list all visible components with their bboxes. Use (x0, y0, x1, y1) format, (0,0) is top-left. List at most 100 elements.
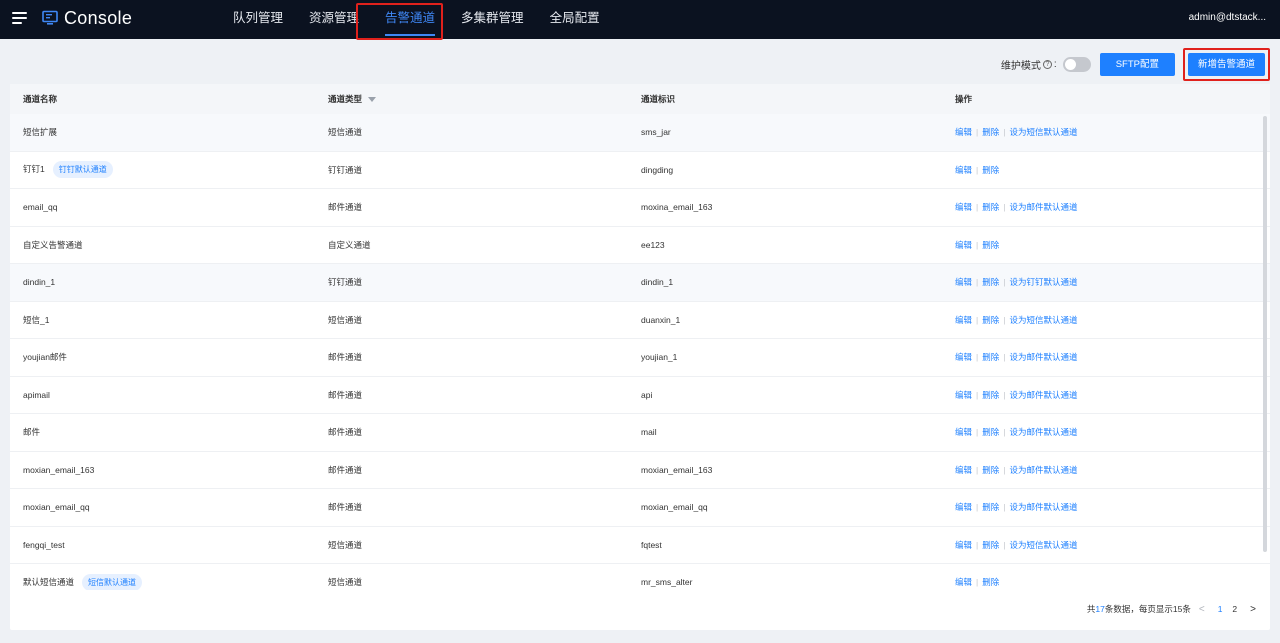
delete-link[interactable]: 删除 (982, 277, 999, 287)
nav-tab-global-config[interactable]: 全局配置 (537, 0, 613, 39)
table-row: 自定义告警通道 自定义通道 ee123 编辑 | 删除 (10, 227, 1270, 264)
cell-actions: 编辑 | 删除 | 设为短信默认通道 (941, 126, 1270, 138)
delete-link[interactable]: 删除 (982, 240, 999, 250)
delete-link[interactable]: 删除 (982, 202, 999, 212)
action-separator: | (1003, 127, 1006, 138)
cell-channel-id: moxina_email_163 (641, 202, 713, 213)
edit-link[interactable]: 编辑 (955, 540, 972, 550)
maintenance-mode-colon: : (1053, 58, 1057, 70)
add-alert-channel-button[interactable]: 新增告警通道 (1187, 53, 1265, 76)
table-scrollbar[interactable] (1263, 116, 1267, 552)
set-default-link[interactable]: 设为邮件默认通道 (1009, 352, 1077, 362)
edit-link[interactable]: 编辑 (955, 127, 972, 137)
cell-channel-type: 钉钉通道 (328, 164, 363, 175)
default-channel-tag: 短信默认通道 (82, 573, 143, 590)
action-separator: | (976, 577, 979, 588)
set-default-link[interactable]: 设为短信默认通道 (1009, 540, 1077, 550)
channel-name: apimail (23, 389, 50, 400)
cell-actions: 编辑 | 删除 | 设为短信默认通道 (941, 539, 1270, 551)
edit-link[interactable]: 编辑 (955, 502, 972, 512)
cell-channel-id: api (641, 389, 653, 400)
maintenance-mode-toggle[interactable] (1062, 56, 1091, 72)
set-default-link[interactable]: 设为钉钉默认通道 (1009, 277, 1077, 287)
edit-link[interactable]: 编辑 (955, 577, 972, 587)
edit-link[interactable]: 编辑 (955, 202, 972, 212)
action-separator: | (1003, 427, 1006, 438)
cell-channel-id: youjian_1 (641, 352, 678, 363)
delete-link[interactable]: 删除 (982, 390, 999, 400)
monitor-logo-icon (42, 10, 58, 25)
channel-name: fengqi_test (23, 539, 65, 550)
page-1-button[interactable]: 1 (1218, 604, 1223, 614)
delete-link[interactable]: 删除 (982, 315, 999, 325)
edit-link[interactable]: 编辑 (955, 427, 972, 437)
action-separator: | (1003, 502, 1006, 513)
delete-link[interactable]: 删除 (982, 352, 999, 362)
delete-link[interactable]: 删除 (982, 502, 999, 512)
alert-channel-table-panel: 通道名称 通道类型 通道标识 操作 短信扩展 短信通道 sms_jar 编辑 | 删除 | 设… (10, 84, 1270, 630)
edit-link[interactable]: 编辑 (955, 352, 972, 362)
delete-link[interactable]: 删除 (982, 540, 999, 550)
set-default-link[interactable]: 设为邮件默认通道 (1009, 202, 1077, 212)
edit-link[interactable]: 编辑 (955, 390, 972, 400)
pagination-total-suffix: 条数据，每页显示15条 (1104, 604, 1191, 614)
page-2-button[interactable]: 2 (1232, 604, 1237, 614)
cell-channel-type: 邮件通道 (328, 464, 363, 475)
nav-tab-multi-cluster-management[interactable]: 多集群管理 (448, 0, 537, 39)
cell-channel-name: fengqi_test (10, 540, 315, 550)
hamburger-menu-icon[interactable] (12, 12, 27, 24)
channel-name: 邮件 (23, 427, 41, 438)
table-row: 钉钉1 钉钉默认通道 钉钉通道 dingding 编辑 | 删除 (10, 152, 1270, 189)
edit-link[interactable]: 编辑 (955, 277, 972, 287)
cell-channel-id: mr_sms_alter (641, 577, 693, 588)
edit-link[interactable]: 编辑 (955, 465, 972, 475)
sftp-config-button[interactable]: SFTP配置 (1099, 52, 1175, 76)
action-separator: | (976, 502, 979, 513)
main-nav: 队列管理 资源管理 告警通道 多集群管理 全局配置 (220, 0, 613, 39)
next-page-icon[interactable]: > (1250, 604, 1256, 615)
set-default-link[interactable]: 设为短信默认通道 (1009, 127, 1077, 137)
help-icon[interactable]: ? (1042, 59, 1052, 69)
set-default-link[interactable]: 设为邮件默认通道 (1009, 390, 1077, 400)
nav-tab-resource-management[interactable]: 资源管理 (296, 0, 372, 39)
cell-channel-id: moxian_email_163 (641, 464, 713, 475)
set-default-link[interactable]: 设为短信默认通道 (1009, 315, 1077, 325)
nav-tab-alert-channel[interactable]: 告警通道 (372, 0, 448, 39)
cell-channel-name: apimail (10, 390, 315, 400)
delete-link[interactable]: 删除 (982, 577, 999, 587)
delete-link[interactable]: 删除 (982, 427, 999, 437)
column-header-channel-type: 通道类型 (315, 93, 628, 105)
set-default-link[interactable]: 设为邮件默认通道 (1009, 502, 1077, 512)
cell-actions: 编辑 | 删除 | 设为邮件默认通道 (941, 501, 1270, 513)
cell-channel-name: moxian_email_163 (10, 465, 315, 475)
table-row: youjian邮件 邮件通道 youjian_1 编辑 | 删除 | 设为邮件默认通道 (10, 339, 1270, 377)
cell-channel-name: 默认短信通道 短信默认通道 (10, 573, 315, 590)
filter-icon[interactable] (368, 97, 377, 103)
user-account-menu[interactable]: admin@dtstack... (1189, 12, 1266, 23)
set-default-link[interactable]: 设为邮件默认通道 (1009, 465, 1077, 475)
edit-link[interactable]: 编辑 (955, 315, 972, 325)
cell-channel-name: dindin_1 (10, 277, 315, 287)
table-row: moxian_email_163 邮件通道 moxian_email_163 编辑 | 删… (10, 452, 1270, 489)
edit-link[interactable]: 编辑 (955, 165, 972, 175)
delete-link[interactable]: 删除 (982, 165, 999, 175)
cell-channel-type: 钉钉通道 (328, 277, 363, 288)
cell-channel-id: duanxin_1 (641, 314, 681, 325)
table-row: 短信扩展 短信通道 sms_jar 编辑 | 删除 | 设为短信默认通道 (10, 114, 1270, 152)
set-default-link[interactable]: 设为邮件默认通道 (1009, 427, 1077, 437)
table-row: apimail 邮件通道 api 编辑 | 删除 | 设为邮件默认通道 (10, 377, 1270, 414)
table-body: 短信扩展 短信通道 sms_jar 编辑 | 删除 | 设为短信默认通道 钉钉1 钉钉默认通道 钉钉… (10, 114, 1270, 590)
channel-name: moxian_email_qq (23, 502, 90, 513)
cell-channel-type: 邮件通道 (328, 202, 363, 213)
maintenance-mode-text: 维护模式 (1000, 60, 1041, 72)
delete-link[interactable]: 删除 (982, 465, 999, 475)
default-channel-tag: 钉钉默认通道 (52, 161, 113, 179)
edit-link[interactable]: 编辑 (955, 240, 972, 250)
table-row: email_qq 邮件通道 moxina_email_163 编辑 | 删除 | 设为邮件默认… (10, 189, 1270, 227)
nav-tab-queue-management[interactable]: 队列管理 (220, 0, 296, 39)
action-separator: | (1003, 389, 1006, 400)
delete-link[interactable]: 删除 (982, 127, 999, 137)
prev-page-icon[interactable]: < (1199, 604, 1205, 615)
cell-actions: 编辑 | 删除 (941, 164, 1270, 176)
channel-name: 钉钉1 (23, 164, 45, 175)
